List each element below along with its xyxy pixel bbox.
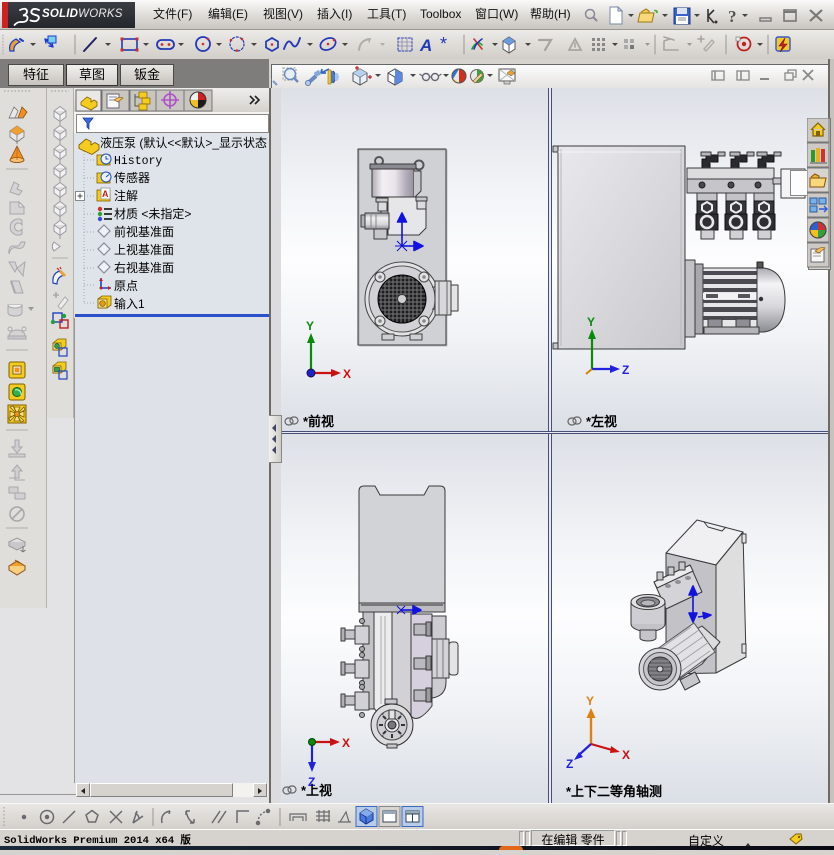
svg-text:注解: 注解 xyxy=(114,188,138,203)
svg-text:右视基准面: 右视基准面 xyxy=(114,260,174,275)
svg-text:上视基准面: 上视基准面 xyxy=(114,242,174,257)
svg-text:A: A xyxy=(102,189,109,199)
svg-text:Y: Y xyxy=(306,319,314,333)
svg-text:Z: Z xyxy=(622,363,629,377)
svg-text:液压泵 (默认<<默认>_显示状态: 液压泵 (默认<<默认>_显示状态 xyxy=(100,135,267,150)
svg-text:History: History xyxy=(114,155,162,168)
svg-text:X: X xyxy=(343,367,351,381)
svg-text:Y: Y xyxy=(586,694,594,708)
svg-text:*: * xyxy=(440,34,447,54)
svg-text:Y: Y xyxy=(587,315,595,329)
svg-text:输入1: 输入1 xyxy=(114,296,145,311)
svg-text:?: ? xyxy=(728,7,737,26)
svg-text:X: X xyxy=(342,736,350,750)
svg-text:*上下二等角轴测: *上下二等角轴测 xyxy=(566,784,662,799)
svg-text:前视基准面: 前视基准面 xyxy=(114,224,174,239)
svg-text:*左视: *左视 xyxy=(586,414,617,429)
svg-text:Z: Z xyxy=(566,757,573,771)
svg-text:A: A xyxy=(419,36,432,55)
svg-text:材质 <未指定>: 材质 <未指定> xyxy=(114,206,191,221)
svg-text:传感器: 传感器 xyxy=(114,170,150,185)
svg-text:X: X xyxy=(622,748,630,762)
svg-text:*上视: *上视 xyxy=(301,783,332,798)
svg-text:原点: 原点 xyxy=(114,279,138,293)
svg-text:*前视: *前视 xyxy=(303,414,334,429)
